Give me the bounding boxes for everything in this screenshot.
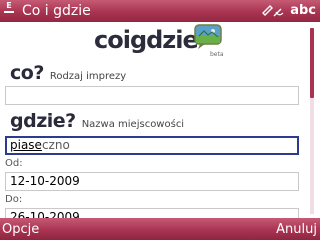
pen-input-icon[interactable] [262,4,284,18]
what-label: co? [10,62,44,84]
event-type-input[interactable] [5,86,299,105]
location-autocomplete-text: czno [41,138,70,152]
where-section-label: gdzie? Nazwa miejscowości [10,110,184,132]
options-softkey[interactable]: Opcje [2,222,39,237]
scrollbar[interactable] [310,28,314,214]
where-hint: Nazwa miejscowości [81,119,185,130]
cancel-softkey[interactable]: Anuluj [276,222,317,237]
speech-bubble-logo-icon [194,24,222,49]
input-mode-indicator: abc [290,3,316,18]
from-date-label: Od: [5,158,23,169]
location-input[interactable]: piaseczno [5,136,299,155]
scrollbar-thumb[interactable] [310,28,314,98]
to-date-label: Do: [5,194,23,205]
logo: coigdzie beta [94,24,224,60]
what-hint: Rodzaj imprezy [49,71,127,82]
softkey-bar: Opcje Anuluj [0,218,320,240]
where-label: gdzie? [10,110,76,132]
logo-text: coigdzie [94,26,199,54]
form-content: coigdzie beta co? Rodzaj imprezy gdzie? … [0,22,320,218]
app-indicator-icon: E [3,1,15,21]
from-date-input[interactable]: 12-10-2009 [5,172,299,191]
logo-beta-label: beta [210,51,224,58]
location-typed-text: piase [10,138,42,152]
indicator-letter: E [6,1,12,10]
to-date-input[interactable]: 26-10-2009 [5,208,299,218]
what-section-label: co? Rodzaj imprezy [10,62,126,84]
status-bar: E Co i gdzie abc [0,0,320,22]
app-title: Co i gdzie [22,3,91,19]
